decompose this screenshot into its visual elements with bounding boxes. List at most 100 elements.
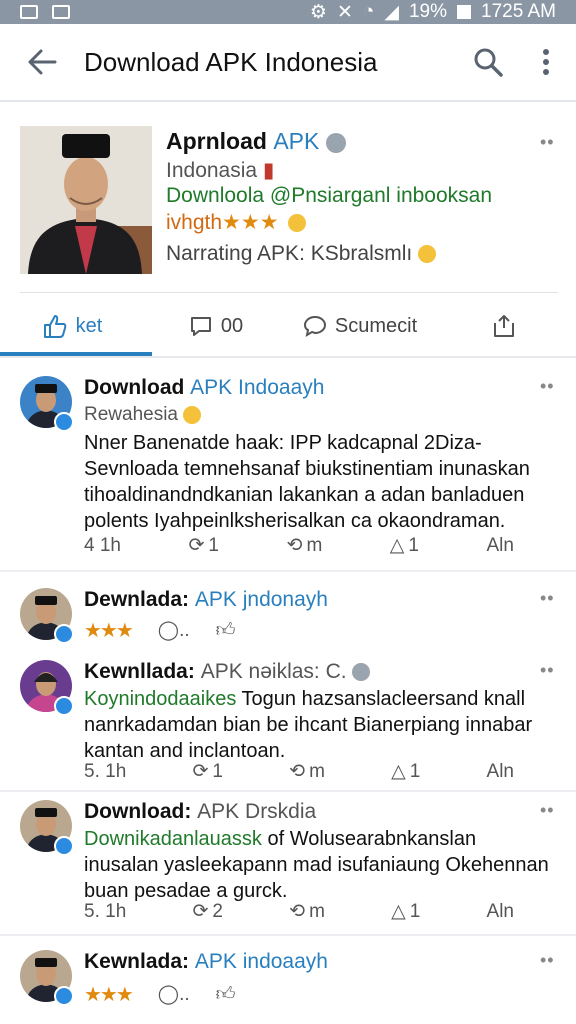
emoji-icon [183,405,202,424]
reply-count: m [309,900,325,922]
repost-count: 1 [212,760,223,782]
post-subtitle: Rewahesia [84,404,202,426]
repost-icon: ⟳ [192,761,209,782]
emoji-icon [418,245,437,264]
thumbs-up-icon [43,315,66,338]
repost-count: 2 [212,900,223,922]
reply-count: m [309,760,325,782]
tab-share[interactable] [432,296,576,356]
repost-action[interactable]: ⟳ 2 [192,900,223,923]
feed-post[interactable]: Download: APK Drskdia Downikadanlauassk … [0,792,576,932]
post-more-icon[interactable]: •• [540,950,555,971]
repost-icon: ⟳ [192,901,209,922]
tab-comments[interactable]: 00 [144,296,288,356]
profile-name-bold: Aprnload [166,128,267,154]
like-action[interactable]: 👍︎ [216,983,236,1006]
like-action[interactable]: △ 1 [390,534,419,557]
like-action[interactable]: △ 1 [391,760,420,783]
like-icon: △ [391,761,406,782]
post-title-rest: APK nəiklas: C. [200,660,347,683]
profile-more-icon[interactable]: •• [540,132,555,153]
post-title-bold: Kewnllada: [84,660,195,683]
profile-card: Aprnload APK Indonasia ▮ Downloola @Pnsi… [0,102,576,292]
profile-region: Indonasia ▮ [166,158,274,183]
emoji-icon [288,214,307,233]
repost-icon: ⟳ [188,535,205,556]
app-bar: Download APK Indonesia [0,24,576,102]
search-icon [474,48,503,77]
online-badge [54,412,74,432]
post-title: Kewnllada: APK nəiklas: C. [84,660,371,684]
overflow-menu-button[interactable] [516,24,576,100]
online-badge [54,986,74,1006]
post-more-icon[interactable]: •• [540,376,555,397]
post-time: 5. 1h [84,760,127,782]
vibrate-icon: ⚙ [309,1,327,23]
action-tabs: ket 00 Scumecit [0,296,576,356]
feed-post[interactable]: Kewnlada: APK indoaayh ★★★ ◯.. 👍︎ •• [0,936,576,1024]
post-more-icon[interactable]: •• [540,588,555,609]
gallery-notification-icon [52,5,70,19]
post-meta: 5. 1h ⟳ 1 ⟲ m △ 1 Aln [84,760,514,783]
back-button[interactable] [0,24,84,100]
profile-tagline: Downloola @Pnsiarganl inbooksan [166,184,493,207]
signal-icon: ◢ [384,1,399,23]
mute-icon: ✕ [336,1,353,23]
profile-photo[interactable] [20,126,152,274]
online-badge [54,696,74,716]
reply-count: m [306,534,323,556]
post-subtitle-text: Rewahesia [84,404,178,425]
feed-post[interactable]: Kewnllada: APK nəiklas: C. Koynindodaaik… [0,648,576,788]
tab-share-comment-label: Scumecit [334,314,418,337]
post-title: Download: APK Drskdia [84,800,316,824]
clock: 1725 AM [481,1,556,22]
comment-action[interactable]: ◯.. [158,619,190,642]
reply-action[interactable]: ⟲ m [289,760,325,783]
post-extra: Aln [486,534,514,556]
post-body: Nner Banenatde haak: IPP kadcapnal 2Diza… [84,432,530,532]
post-title: Dewnlada: APK jndonayh [84,588,328,612]
like-count: 1 [409,760,421,782]
profile-narrating: Narrating APK: KSbralsmlı [166,242,437,266]
like-action[interactable]: 👍︎ [216,619,236,642]
battery-percent: 19% [408,1,447,22]
post-more-icon[interactable]: •• [540,660,555,681]
repost-action[interactable]: ⟳ 1 [189,534,220,557]
like-icon: △ [391,901,406,922]
wifi-icon: ◔ [362,1,375,22]
reply-icon: ⟲ [289,901,306,922]
comment-icon [190,317,211,336]
feed-post[interactable]: Dewnlada: APK jndonayh ★★★ ◯.. 👍︎ •• [0,572,576,648]
profile-name-blue: APK [273,128,320,154]
post-title: Kewnlada: APK indoaayh [84,950,328,974]
image-notification-icon [20,5,38,19]
comment-icon: ◯ [157,620,180,641]
reply-icon: ⟲ [289,761,306,782]
tab-share-comment[interactable]: Scumecit [288,296,432,356]
like-count: 1 [409,900,421,922]
post-title-rest: APK Indoaayh [190,376,325,399]
search-button[interactable] [460,24,516,100]
reply-action[interactable]: ⟲ m [287,534,323,557]
chat-bubble-icon [303,315,326,338]
tab-like[interactable]: ket [0,296,144,356]
post-title-bold: Kewnlada: [84,950,190,973]
comment-more: .. [179,984,190,1005]
rating-text: ivhgth [166,211,223,234]
post-body: Downikadanlauassk of Wolusearabnkanslan … [84,826,554,904]
online-badge [54,836,74,856]
post-body-highlight: Koynindodaaikes [84,688,237,710]
post-body: Koynindodaaikes Togun hazsanslacleersand… [84,686,554,764]
arrow-left-icon [28,49,57,75]
post-title: Download APK Indoaayh [84,376,324,400]
feed-post[interactable]: Download APK Indoaayh Rewahesia Nner Ban… [0,358,576,570]
comment-action[interactable]: ◯.. [158,983,190,1006]
post-meta: 5. 1h ⟳ 2 ⟲ m △ 1 Aln [84,900,514,923]
post-extra: Aln [486,900,514,922]
repost-action[interactable]: ⟳ 1 [192,760,223,783]
post-more-icon[interactable]: •• [540,800,555,821]
like-action[interactable]: △ 1 [391,900,420,923]
comment-icon: ◯ [157,984,180,1005]
reply-action[interactable]: ⟲ m [289,900,325,923]
post-title-rest: APK indoaayh [194,950,328,973]
